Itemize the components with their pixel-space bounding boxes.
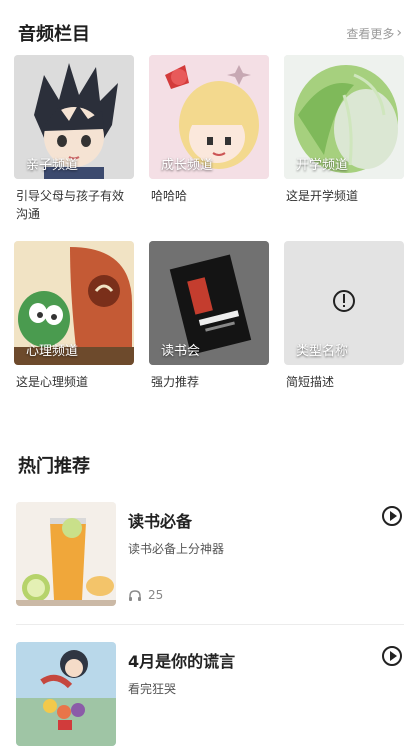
channel-description: 引导父母与孩子有效沟通: [16, 189, 125, 221]
channel-label: 读书会: [161, 344, 201, 359]
channel-thumbnail: 成长频道: [149, 55, 269, 179]
recommend-title: 4月是你的谎言: [128, 652, 236, 671]
channel-thumbnail: 开学频道: [284, 55, 404, 179]
channel-card-type[interactable]: 类型名称 简短描述: [284, 241, 404, 427]
listen-count-value: 25: [148, 588, 164, 602]
recommend-item-reading[interactable]: 读书必备 读书必备上分神器 25: [16, 502, 404, 608]
play-icon[interactable]: [382, 506, 402, 526]
audio-section-header: 音频栏目 查看更多 ›: [18, 20, 402, 46]
recommend-thumbnail: [16, 502, 116, 606]
channel-thumbnail: 心理频道: [14, 241, 134, 365]
view-more-label: 查看更多: [346, 26, 395, 41]
recommend-subtitle: 看完狂哭: [128, 682, 177, 696]
channel-card-psychology[interactable]: 心理频道 这是心理频道: [14, 241, 134, 427]
view-more-link[interactable]: 查看更多 ›: [346, 25, 402, 42]
headphones-icon: [129, 589, 141, 601]
anime-poster-image: [16, 642, 116, 746]
iced-tea-image: [16, 502, 116, 606]
channel-description: 哈哈哈: [151, 189, 188, 203]
channel-label: 类型名称: [296, 344, 349, 359]
recommend-thumbnail: [16, 642, 116, 746]
channel-label: 成长频道: [161, 158, 214, 173]
recommend-title: 读书必备: [128, 512, 193, 531]
channel-label: 心理频道: [26, 344, 79, 359]
channel-description: 强力推荐: [151, 375, 200, 389]
channel-card-parenting[interactable]: 亲子频道 引导父母与孩子有效沟通: [14, 55, 134, 241]
channel-label: 开学频道: [296, 158, 349, 173]
listen-count: 25: [128, 588, 163, 602]
channel-thumbnail: 类型名称: [284, 241, 404, 365]
audio-section-title: 音频栏目: [18, 24, 90, 45]
divider: [16, 624, 404, 625]
channel-card-bookclub[interactable]: 读书会 强力推荐: [149, 241, 269, 427]
channel-grid: 亲子频道 引导父母与孩子有效沟通 成长频道 哈哈哈 开学频道 这是开学频道 心理…: [14, 55, 404, 427]
channel-thumbnail: 亲子频道: [14, 55, 134, 179]
channel-description: 这是心理频道: [16, 375, 89, 389]
channel-label: 亲子频道: [26, 158, 79, 173]
recommend-item-anime[interactable]: 4月是你的谎言 看完狂哭: [16, 642, 404, 748]
chevron-right-icon: ›: [396, 25, 402, 41]
channel-description: 这是开学频道: [286, 189, 359, 203]
play-icon[interactable]: [382, 646, 402, 666]
channel-card-growth[interactable]: 成长频道 哈哈哈: [149, 55, 269, 241]
channel-card-school[interactable]: 开学频道 这是开学频道: [284, 55, 404, 241]
hot-section-title: 热门推荐: [18, 456, 90, 477]
channel-thumbnail: 读书会: [149, 241, 269, 365]
recommend-subtitle: 读书必备上分神器: [128, 542, 225, 556]
channel-description: 简短描述: [286, 375, 335, 389]
